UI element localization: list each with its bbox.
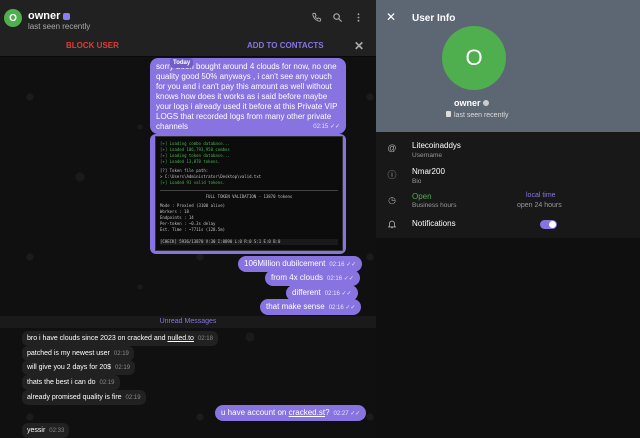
notifications-label: Notifications <box>412 219 456 228</box>
chat-title[interactable]: owner <box>28 10 71 22</box>
at-icon: @ <box>387 143 397 153</box>
message-text: already promised quality is fire <box>27 394 122 401</box>
phone-icon[interactable] <box>310 12 322 24</box>
message-text: 106Million dubilcement <box>244 259 326 268</box>
message-time: 02:18 <box>197 336 213 342</box>
shield-icon <box>446 111 451 117</box>
message-time: 02:15 ✓✓ <box>313 122 340 132</box>
bell-icon <box>386 219 398 231</box>
bio-value[interactable]: Nmar200 <box>412 167 445 176</box>
message-incoming[interactable]: yessir 02:33 <box>22 423 70 438</box>
profile-name-text: owner <box>454 98 481 108</box>
message-outgoing[interactable]: from 4x clouds 02:16 ✓✓ <box>265 270 360 286</box>
message-time: 02:16 <box>328 305 344 311</box>
read-check-icon: ✓✓ <box>348 411 361 417</box>
chat-header[interactable]: O owner last seen recently <box>0 0 376 37</box>
contact-action-bar: BLOCK USER ADD TO CONTACTS ✕ <box>0 36 376 57</box>
close-icon[interactable]: ✕ <box>386 10 396 24</box>
message-text: yessir <box>27 427 46 434</box>
read-check-icon: ✓✓ <box>339 291 352 297</box>
avatar[interactable]: O <box>4 9 22 27</box>
panel-title: User Info <box>412 13 456 24</box>
message-suffix: ? <box>325 408 330 417</box>
message-time: 02:16 <box>329 262 345 268</box>
profile-header: ✕ User Info O owner last seen recently <box>376 0 640 132</box>
message-time: 02:19 <box>115 365 131 371</box>
message-text: from 4x clouds <box>271 273 324 282</box>
message-incoming[interactable]: bro i have clouds since 2023 on cracked … <box>22 331 218 346</box>
notifications-toggle[interactable] <box>540 220 557 229</box>
chat-title-text: owner <box>28 10 61 22</box>
message-text: u have account on <box>221 408 289 417</box>
message-time: 02:19 <box>113 351 129 357</box>
message-time: 02:27 <box>333 411 349 417</box>
more-icon[interactable] <box>352 12 364 24</box>
profile-status-text: last seen recently <box>454 112 509 119</box>
hours-label: Business hours <box>412 202 457 209</box>
local-time-toggle[interactable]: local time <box>526 192 556 199</box>
message-outgoing[interactable]: Today sorry been bought around 4 clouds … <box>150 58 346 134</box>
message-outgoing[interactable]: u have account on cracked.st? 02:27 ✓✓ <box>215 405 367 421</box>
message-time: 02:16 <box>327 276 343 282</box>
message-link[interactable]: nulled.to <box>167 335 193 342</box>
message-incoming[interactable]: thats the best i can do 02:19 <box>22 375 120 390</box>
chat-area: O owner last seen recently BLOCK USER AD… <box>0 0 376 438</box>
profile-avatar[interactable]: O <box>442 26 506 90</box>
message-text: different <box>292 288 321 297</box>
verified-icon <box>483 100 490 106</box>
terminal-line: [CHECK] 5936/13870 V:30 I:8890 L:0 R:0 S… <box>160 239 338 245</box>
hours-value: Open <box>412 192 432 201</box>
bio-label: Bio <box>412 178 422 185</box>
message-time: 02:19 <box>99 380 115 386</box>
close-icon[interactable]: ✕ <box>354 39 364 53</box>
message-text: that make sense <box>266 302 325 311</box>
profile-name: owner <box>454 98 490 108</box>
read-check-icon: ✓✓ <box>344 262 357 268</box>
message-time: 02:33 <box>49 428 65 434</box>
message-time: 02:16 <box>324 291 340 297</box>
unread-divider: Unread Messages <box>0 316 376 328</box>
chat-status: last seen recently <box>28 22 91 31</box>
search-icon[interactable] <box>331 12 343 24</box>
message-text: will give you 2 days for 20$ <box>27 364 112 371</box>
hours-detail: open 24 hours <box>517 202 562 209</box>
profile-status: last seen recently <box>446 111 508 119</box>
username-value[interactable]: Litecoinaddys <box>412 141 461 150</box>
read-check-icon: ✓✓ <box>329 124 340 130</box>
toggle-knob <box>549 221 556 228</box>
message-incoming[interactable]: patched is my newest user 02:19 <box>22 346 134 361</box>
message-link[interactable]: cracked.st <box>289 408 325 417</box>
verified-icon <box>63 12 71 20</box>
message-time: 02:19 <box>125 395 141 401</box>
clock-icon: ◷ <box>388 195 396 205</box>
message-incoming[interactable]: already promised quality is fire 02:19 <box>22 390 146 405</box>
message-text: patched is my newest user <box>27 350 110 357</box>
message-outgoing[interactable]: that make sense 02:16 ✓✓ <box>260 299 362 315</box>
message-text: bro i have clouds since 2023 on cracked … <box>27 335 168 342</box>
message-time-text: 02:15 <box>313 124 329 130</box>
message-text: sorry been bought around 4 clouds for no… <box>156 62 338 131</box>
terminal-screenshot: [+] Loading combo database... [+] Loaded… <box>155 136 343 251</box>
block-user-button[interactable]: BLOCK USER <box>66 41 119 50</box>
add-to-contacts-button[interactable]: ADD TO CONTACTS <box>247 41 324 50</box>
read-check-icon: ✓✓ <box>343 305 356 311</box>
message-incoming[interactable]: will give you 2 days for 20$ 02:19 <box>22 360 136 375</box>
username-label: Username <box>412 152 442 159</box>
date-label: Today <box>170 58 194 68</box>
user-info-panel: ✕ User Info O owner last seen recently @… <box>376 0 640 438</box>
panel-empty-area <box>376 238 640 438</box>
info-icon: ⓘ <box>387 170 397 180</box>
message-text: thats the best i can do <box>27 379 96 386</box>
read-check-icon: ✓✓ <box>342 276 354 282</box>
terminal-line: [+] Loaded 91 valid tokens. <box>160 180 226 185</box>
